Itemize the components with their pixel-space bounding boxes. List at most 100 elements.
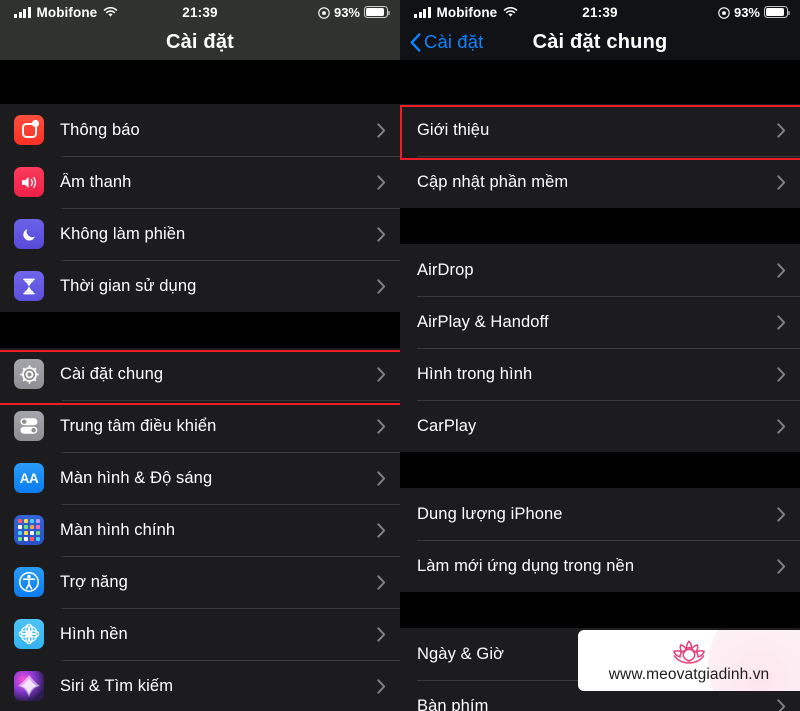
settings-group-1: Thông báo Âm thanh Không làm phiền Thời … [0, 104, 400, 312]
chevron-right-icon [777, 418, 786, 434]
chevron-right-icon [777, 122, 786, 138]
wallpaper-icon [14, 619, 44, 649]
right-header: Mobifone 21:39 93% Cài đặt Cài đặt chung [400, 0, 800, 60]
chevron-right-icon [377, 226, 386, 242]
settings-row-background-app-refresh[interactable]: Làm mới ứng dụng trong nền [400, 540, 800, 592]
display-brightness-icon: AA [14, 463, 44, 493]
section-gap [400, 452, 800, 488]
sounds-icon [14, 167, 44, 197]
row-label: Không làm phiền [60, 224, 186, 243]
general-settings-icon [14, 359, 44, 389]
settings-list: Thông báo Âm thanh Không làm phiền Thời … [0, 60, 400, 711]
chevron-right-icon [777, 698, 786, 711]
chevron-right-icon [377, 626, 386, 642]
accessibility-icon [14, 567, 44, 597]
siri-icon [14, 671, 44, 701]
watermark-text: www.meovatgiadinh.vn [608, 665, 770, 683]
section-gap [0, 60, 400, 104]
chevron-right-icon [777, 366, 786, 382]
settings-row-control-center[interactable]: Trung tâm điều khiển [0, 400, 400, 452]
settings-row-about[interactable]: Giới thiệu [400, 104, 800, 156]
settings-row-carplay[interactable]: CarPlay [400, 400, 800, 452]
status-bar: Mobifone 21:39 93% [400, 0, 800, 24]
chevron-left-icon [410, 32, 421, 52]
row-label: CarPlay [417, 416, 477, 435]
rotation-lock-icon [318, 6, 330, 19]
chevron-right-icon [377, 174, 386, 190]
battery-percent-label: 93% [333, 4, 360, 20]
settings-row-wallpaper[interactable]: Hình nền [0, 608, 400, 660]
row-label: Trung tâm điều khiển [60, 416, 217, 435]
chevron-right-icon [377, 278, 386, 294]
row-label: Màn hình & Độ sáng [60, 468, 213, 487]
settings-row-iphone-storage[interactable]: Dung lượng iPhone [400, 488, 800, 540]
status-bar: Mobifone 21:39 93% [0, 0, 400, 24]
chevron-right-icon [377, 678, 386, 694]
general-group-1: Giới thiệu Cập nhật phần mềm [400, 104, 800, 208]
chevron-right-icon [777, 314, 786, 330]
row-label: Dung lượng iPhone [417, 504, 563, 523]
do-not-disturb-icon [14, 219, 44, 249]
chevron-right-icon [377, 418, 386, 434]
settings-row-software-update[interactable]: Cập nhật phần mềm [400, 156, 800, 208]
lotus-flower-logo-icon [658, 638, 720, 665]
chevron-right-icon [377, 122, 386, 138]
general-group-3: Dung lượng iPhone Làm mới ứng dụng trong… [400, 488, 800, 592]
page-title: Cài đặt [165, 30, 235, 53]
settings-row-home-screen[interactable]: Màn hình chính [0, 504, 400, 556]
left-header: Mobifone 21:39 93% Cài đặt [0, 0, 400, 60]
settings-row-screen-time[interactable]: Thời gian sử dụng [0, 260, 400, 312]
battery-percent-label: 93% [733, 4, 760, 20]
battery-icon [764, 6, 791, 18]
row-label: Thông báo [60, 120, 140, 139]
settings-screen: Mobifone 21:39 93% Cài đặt Thông báo Âm … [0, 0, 400, 711]
chevron-right-icon [377, 522, 386, 538]
general-settings-screen: Mobifone 21:39 93% Cài đặt Cài đặt chung… [400, 0, 800, 711]
home-screen-icon [14, 515, 44, 545]
settings-group-2: Cài đặt chung Trung tâm điều khiển AA Mà… [0, 348, 400, 711]
settings-row-general[interactable]: Cài đặt chung [0, 348, 400, 400]
settings-row-display-brightness[interactable]: AA Màn hình & Độ sáng [0, 452, 400, 504]
settings-row-notifications[interactable]: Thông báo [0, 104, 400, 156]
settings-row-sounds[interactable]: Âm thanh [0, 156, 400, 208]
back-button[interactable]: Cài đặt [410, 24, 483, 60]
settings-row-do-not-disturb[interactable]: Không làm phiền [0, 208, 400, 260]
chevron-right-icon [777, 262, 786, 278]
row-label: Thời gian sử dụng [60, 276, 197, 295]
chevron-right-icon [777, 174, 786, 190]
rotation-lock-icon [718, 6, 730, 19]
row-label: Hình nền [60, 624, 128, 643]
chevron-right-icon [777, 506, 786, 522]
settings-row-accessibility[interactable]: Trợ năng [0, 556, 400, 608]
general-group-2: AirDrop AirPlay & Handoff Hình trong hìn… [400, 244, 800, 452]
row-label: Âm thanh [60, 172, 132, 191]
row-label: Cài đặt chung [60, 364, 164, 383]
page-title: Cài đặt chung [532, 30, 668, 53]
row-label: Màn hình chính [60, 520, 176, 539]
row-label: Hình trong hình [417, 364, 533, 383]
chevron-right-icon [377, 574, 386, 590]
row-label: Bàn phím [417, 696, 489, 711]
section-gap [400, 60, 800, 104]
settings-row-picture-in-picture[interactable]: Hình trong hình [400, 348, 800, 400]
settings-row-airdrop[interactable]: AirDrop [400, 244, 800, 296]
notifications-icon [14, 115, 44, 145]
section-gap [0, 312, 400, 348]
status-bar-right: 93% [318, 4, 391, 20]
general-settings-list: Giới thiệu Cập nhật phần mềm AirDrop Air… [400, 60, 800, 711]
chevron-right-icon [377, 470, 386, 486]
nav-bar: Cài đặt Cài đặt chung [400, 24, 800, 60]
settings-row-airplay-handoff[interactable]: AirPlay & Handoff [400, 296, 800, 348]
row-label: Làm mới ứng dụng trong nền [417, 556, 635, 575]
row-label: AirDrop [417, 260, 474, 279]
watermark: www.meovatgiadinh.vn [578, 630, 800, 691]
section-gap [400, 208, 800, 244]
screen-time-icon [14, 271, 44, 301]
row-label: Cập nhật phần mềm [417, 172, 569, 191]
row-label: Giới thiệu [417, 120, 490, 139]
chevron-right-icon [777, 558, 786, 574]
status-bar-right: 93% [718, 4, 791, 20]
back-button-label: Cài đặt [424, 31, 484, 52]
chevron-right-icon [377, 366, 386, 382]
settings-row-siri-search[interactable]: Siri & Tìm kiếm [0, 660, 400, 711]
